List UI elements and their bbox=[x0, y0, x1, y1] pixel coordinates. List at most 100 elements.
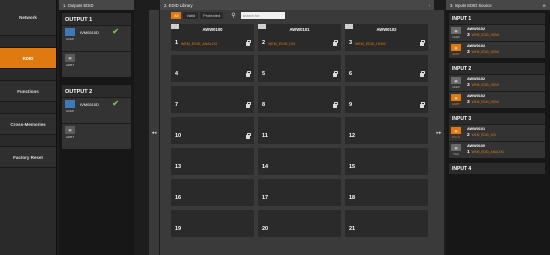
inputs-panel: INPUT 1 ▤ HDMI AWW0102 3 WEM_EDID_HDMI ▤ … bbox=[446, 10, 550, 255]
sidebar: Network EDID Functions Cross-Memories Fa… bbox=[0, 0, 57, 255]
hdmi-port: HDMI bbox=[64, 28, 76, 41]
output-title: OUTPUT 2 bbox=[65, 89, 93, 95]
inputs-panel-header: 3. Inputs EDID Source ⊗ bbox=[446, 0, 550, 10]
hdmi-icon bbox=[65, 100, 75, 108]
input-title: INPUT 2 bbox=[452, 66, 472, 72]
slot-number: 2 bbox=[262, 40, 266, 46]
slot-number: 6 bbox=[349, 71, 353, 77]
edid-slot[interactable]: 17 bbox=[258, 179, 341, 206]
slot-number: 5 bbox=[262, 71, 266, 77]
port-label: DVI-D bbox=[452, 135, 460, 139]
input-port-row[interactable]: ▤ HDMI AWW0102 3 WEM_EDID_HDMI bbox=[449, 74, 545, 91]
edid-slot[interactable]: 7 bbox=[171, 86, 254, 113]
edid-slot[interactable]: 20 bbox=[258, 210, 341, 237]
edid-slot[interactable]: 11 bbox=[258, 117, 341, 144]
edid-slot[interactable]: 14 bbox=[258, 148, 341, 175]
slot-number: 15 bbox=[349, 164, 356, 170]
output-group: OUTPUT 1 HDMI IVM0510D ✔ ▤ HDBT bbox=[62, 13, 131, 77]
edid-slot[interactable]: 12 bbox=[345, 117, 428, 144]
sidebar-item-network[interactable]: Network bbox=[0, 0, 56, 36]
output-title: OUTPUT 1 bbox=[65, 17, 93, 23]
slot-number: 18 bbox=[349, 195, 356, 201]
copy-left-button[interactable]: ◂◂ bbox=[149, 10, 159, 255]
port-label: HDBT bbox=[65, 63, 75, 67]
outputs-panel-header: 1. Outputs EDID bbox=[59, 0, 134, 10]
output-port-row[interactable]: HDMI IVM0510D ✔ bbox=[62, 25, 131, 51]
edid-slot[interactable]: 13 bbox=[171, 148, 254, 175]
collapse-icon[interactable]: › bbox=[429, 3, 430, 8]
sidebar-spacer bbox=[0, 69, 56, 81]
slot-number: 10 bbox=[175, 133, 182, 139]
edid-slot[interactable]: AWW0102 WEM_EDID_HDMI 3 bbox=[345, 24, 428, 51]
edid-slot[interactable]: 8 bbox=[258, 86, 341, 113]
input-port: ▤ HDMI bbox=[451, 27, 461, 39]
edid-slot[interactable]: 4 bbox=[171, 55, 254, 82]
edid-slot[interactable]: AWW0100 WEM_EDID_ANALOG 1 bbox=[171, 24, 254, 51]
input-edid-label: WEM_EDID_HDMI bbox=[471, 83, 499, 87]
edid-slot[interactable]: 6 bbox=[345, 55, 428, 82]
slot-number: 4 bbox=[175, 71, 179, 77]
edid-slot[interactable]: 10 bbox=[171, 117, 254, 144]
output-port-row[interactable]: ▤ HDBT bbox=[62, 51, 131, 77]
edid-slot[interactable]: 18 bbox=[345, 179, 428, 206]
edid-slot[interactable]: 21 bbox=[345, 210, 428, 237]
hdbt-icon: ▤ bbox=[65, 126, 75, 134]
search-placeholder: search for bbox=[242, 13, 260, 18]
slot-edid-label: WEM_EDID_DVI bbox=[268, 41, 296, 46]
filter-protected[interactable]: Protected bbox=[200, 12, 224, 19]
input-port-row[interactable]: ▤ HDBT AWW0102 3 WEM_EDID_HDMI bbox=[449, 91, 545, 108]
check-icon: ✔ bbox=[112, 27, 119, 36]
slot-number: 7 bbox=[175, 102, 179, 108]
lock-icon bbox=[246, 133, 251, 139]
search-icon: ⚲ bbox=[231, 13, 236, 19]
output-port-row[interactable]: HDMI IVM0510D ✔ bbox=[62, 97, 131, 123]
port-label: HDMI bbox=[452, 85, 460, 89]
input-edid-info: AWW0102 3 WEM_EDID_HDMI bbox=[467, 27, 499, 38]
sidebar-item-functions[interactable]: Functions bbox=[0, 81, 56, 102]
input-port-row[interactable]: ▤ HDMI AWW0102 3 WEM_EDID_HDMI bbox=[449, 24, 545, 41]
port-icon: ▤ bbox=[451, 44, 461, 51]
slot-edid-label: WEM_EDID_ANALOG bbox=[181, 41, 218, 46]
lock-icon bbox=[420, 71, 425, 77]
port-label: HDBT bbox=[452, 52, 460, 56]
edid-slot[interactable]: 16 bbox=[171, 179, 254, 206]
slot-number: 21 bbox=[349, 226, 356, 232]
output-edid-name: IVM0510D bbox=[80, 30, 99, 35]
lock-icon bbox=[246, 71, 251, 77]
port-label: VGA bbox=[453, 152, 459, 156]
port-label: HDBT bbox=[65, 135, 75, 139]
lock-icon bbox=[246, 102, 251, 108]
input-port: ▤ DVI-D bbox=[451, 127, 461, 139]
library-panel-header: 2. EDID Library › bbox=[160, 0, 434, 10]
close-icon[interactable]: ⊗ bbox=[542, 3, 546, 8]
sidebar-item-factory-reset[interactable]: Factory Reset bbox=[0, 147, 56, 168]
input-group: INPUT 4 bbox=[449, 163, 545, 174]
sidebar-item-cross-memories[interactable]: Cross-Memories bbox=[0, 114, 56, 135]
input-port-row[interactable]: ▤ HDBT AWW0102 3 WEM_EDID_HDMI bbox=[449, 41, 545, 58]
input-edid-label: WEM_EDID_ANALOG bbox=[471, 150, 504, 154]
edid-slot[interactable]: 5 bbox=[258, 55, 341, 82]
input-edid-label: WEM_EDID_HDMI bbox=[471, 33, 499, 37]
edid-slot[interactable]: 15 bbox=[345, 148, 428, 175]
input-edid-label: WEM_EDID_HDMI bbox=[471, 100, 499, 104]
sidebar-item-label: Cross-Memories bbox=[10, 121, 46, 127]
input-edid-info: AWW0102 3 WEM_EDID_HDMI bbox=[467, 77, 499, 88]
edid-slot[interactable]: 19 bbox=[171, 210, 254, 237]
input-edid-slot: 3 WEM_EDID_HDMI bbox=[467, 50, 499, 55]
sidebar-item-edid[interactable]: EDID bbox=[0, 48, 56, 69]
edid-slot[interactable]: AWW0101 WEM_EDID_DVI 2 bbox=[258, 24, 341, 51]
edid-slot[interactable]: 9 bbox=[345, 86, 428, 113]
input-group: INPUT 2 ▤ HDMI AWW0102 3 WEM_EDID_HDMI ▤ … bbox=[449, 63, 545, 108]
edid-manager: Network EDID Functions Cross-Memories Fa… bbox=[0, 0, 550, 255]
input-port-row[interactable]: ▤ VGA AWW0100 1 WEM_EDID_ANALOG bbox=[449, 141, 545, 158]
slot-number: 12 bbox=[349, 133, 356, 139]
filter-all[interactable]: All bbox=[171, 12, 182, 19]
output-port-row[interactable]: ▤ HDBT bbox=[62, 123, 131, 149]
hdmi-port: HDMI bbox=[64, 100, 76, 113]
input-port-row[interactable]: ▤ DVI-D AWW0101 2 WEM_EDID_DVI bbox=[449, 124, 545, 141]
copy-right-button[interactable]: ▸▸ bbox=[434, 10, 444, 255]
slot-number: 11 bbox=[262, 133, 268, 139]
filter-valid[interactable]: Valid bbox=[183, 12, 199, 19]
search-input[interactable]: search for bbox=[240, 12, 285, 19]
input-title: INPUT 4 bbox=[452, 166, 472, 172]
